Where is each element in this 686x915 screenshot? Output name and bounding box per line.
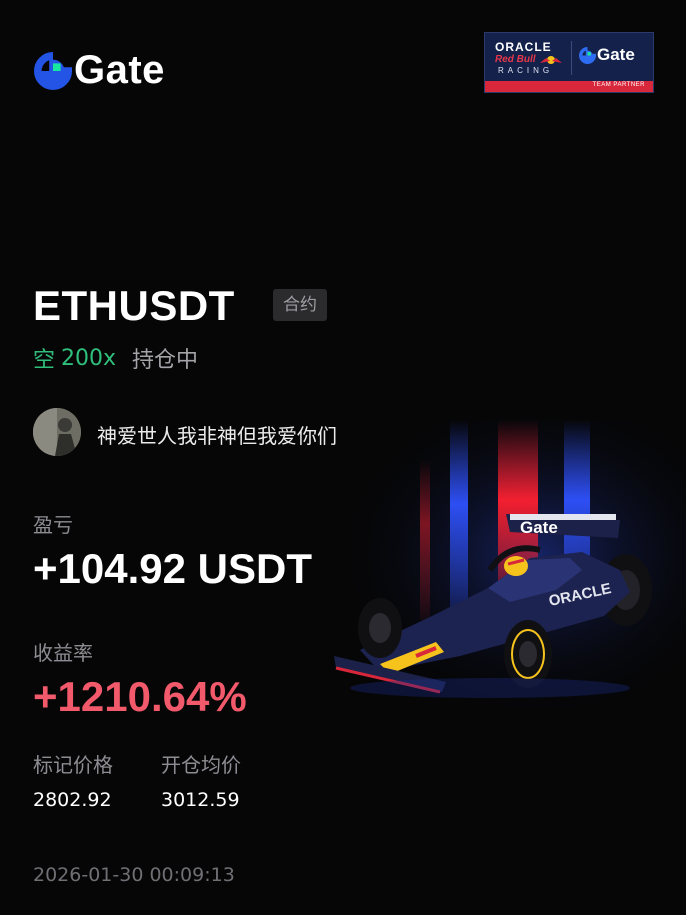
redbull-wordmark: Red Bull — [495, 54, 536, 65]
position-status: 持仓中 — [132, 348, 199, 373]
gate-logo-icon — [34, 51, 72, 90]
timestamp: 2026-01-30 00:09:13 — [33, 864, 235, 886]
contract-type-badge: 合约 — [273, 289, 327, 321]
gate-logo-icon — [579, 46, 596, 64]
oracle-wordmark: ORACLE — [495, 40, 552, 54]
partner-divider — [571, 41, 572, 75]
roi-value: +1210.64% — [33, 673, 247, 720]
pnl-value: +104.92 USDT — [33, 545, 312, 592]
avatar-image — [33, 408, 81, 456]
team-partner-badge: ORACLE Red Bull RACING Gate TEAM PARTNER — [484, 32, 654, 93]
roi-label: 收益率 — [33, 641, 93, 665]
trading-pair: ETHUSDT — [33, 282, 235, 329]
entry-price-value: 3012.59 — [161, 789, 240, 811]
f1-car-illustration: Gate ORACLE — [320, 420, 686, 720]
gate-logo: Gate — [34, 48, 165, 93]
racing-wordmark: RACING — [498, 66, 554, 75]
avatar — [33, 408, 81, 456]
gate-logo-text: Gate — [74, 48, 165, 92]
redbull-bulls-icon — [540, 56, 562, 64]
leverage: 200x — [61, 345, 117, 371]
mark-price-value: 2802.92 — [33, 789, 112, 811]
position-side-row: 空 200x 持仓中 — [33, 342, 198, 374]
partner-gate-logo: Gate — [579, 45, 635, 65]
partner-gate-text: Gate — [597, 45, 635, 64]
car-rear-wing-text: Gate — [520, 518, 558, 537]
position-direction: 空 — [33, 348, 56, 373]
team-partner-strip: TEAM PARTNER — [485, 81, 653, 92]
pnl-label: 盈亏 — [33, 513, 73, 537]
mark-price-label: 标记价格 — [33, 753, 113, 777]
entry-price-label: 开仓均价 — [161, 753, 241, 777]
team-partner-label: TEAM PARTNER — [592, 82, 645, 88]
username: 神爱世人我非神但我爱你们 — [97, 424, 337, 448]
